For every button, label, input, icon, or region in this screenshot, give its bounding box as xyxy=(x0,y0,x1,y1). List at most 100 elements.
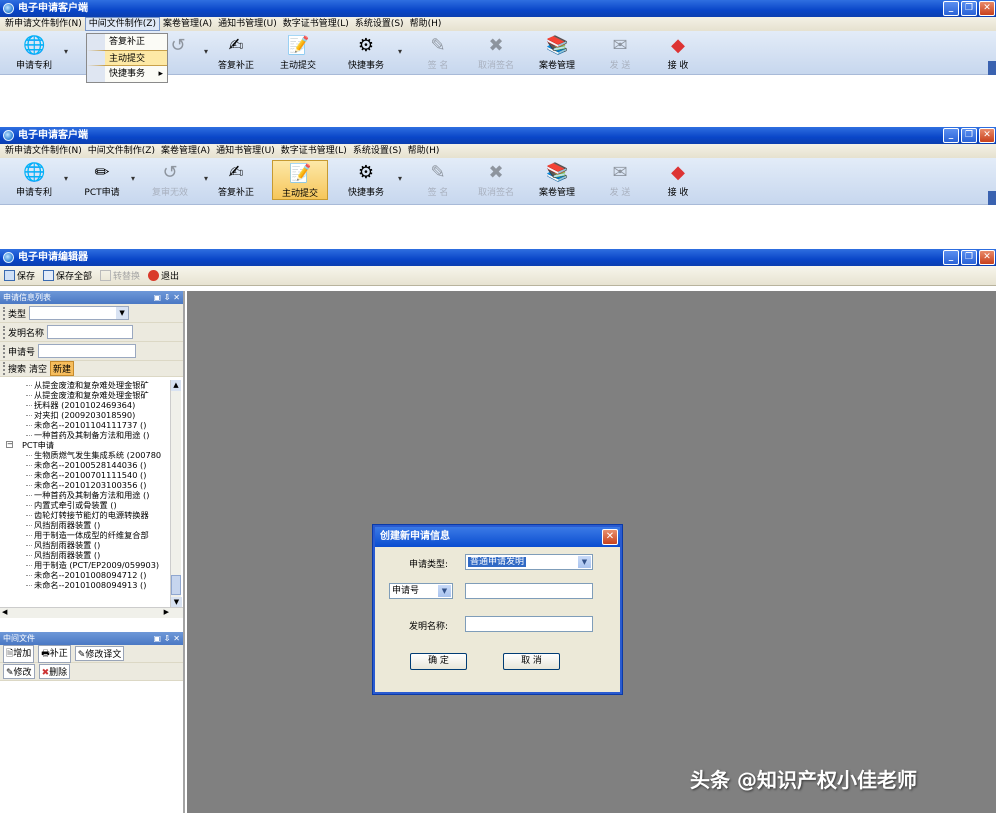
tb-sign-button[interactable]: ✎ 签 名 xyxy=(410,160,466,200)
dropdown-item-active-submit[interactable]: 主动提交 xyxy=(87,50,167,66)
tree-vertical-scrollbar[interactable]: ▲ ▼ xyxy=(170,380,182,608)
modify-button[interactable]: ✎修改 xyxy=(3,664,35,679)
menu-system-settings[interactable]: 系统设置(S) xyxy=(352,17,407,31)
clear-button[interactable]: 清空 xyxy=(29,362,47,375)
menu-notice-management[interactable]: 通知书管理(U) xyxy=(213,144,278,158)
tree-item[interactable]: 一种首药及其制备方法和用途 () xyxy=(0,490,183,500)
tb-active-submit-button[interactable]: 📝 主动提交 xyxy=(270,33,326,73)
tb-receive-button[interactable]: ◆ 接 收 xyxy=(650,160,706,200)
scroll-up-icon[interactable]: ▲ xyxy=(171,380,181,391)
tb-reply-correction-button[interactable]: ✍ 答复补正 xyxy=(208,33,264,73)
tb-receive-button[interactable]: ◆ 接 收 xyxy=(650,33,706,73)
application-type-select[interactable]: 普通申请发明 ▼ xyxy=(465,554,593,570)
tb-case-management-button[interactable]: 📚 案卷管理 xyxy=(529,160,585,200)
chevron-down-icon[interactable]: ▾ xyxy=(398,174,402,183)
scroll-left-icon[interactable]: ◀ xyxy=(2,608,7,616)
panel-controls-icon[interactable]: ▣ ⇩ ✕ xyxy=(153,632,180,645)
menu-case-management[interactable]: 案卷管理(A) xyxy=(158,144,213,158)
chevron-down-icon[interactable]: ▾ xyxy=(131,174,135,183)
tree-group-pct[interactable]: − PCT申请 xyxy=(0,440,183,450)
menu-system-settings[interactable]: 系统设置(S) xyxy=(350,144,405,158)
dropdown-item-reply-correction[interactable]: 答复补正 xyxy=(87,34,167,50)
cancel-button[interactable]: 取 消 xyxy=(503,653,560,670)
convert-button[interactable]: 转替换 xyxy=(100,269,140,282)
tree-item[interactable]: 从提金废渣和复杂难处理金银矿 xyxy=(0,390,183,400)
tree-item[interactable]: 未命名--20101008094913 () xyxy=(0,580,183,590)
restore-icon[interactable]: ❐ xyxy=(961,250,977,265)
restore-icon[interactable]: ❐ xyxy=(961,128,977,143)
restore-icon[interactable]: ❐ xyxy=(961,1,977,16)
tb-send-button[interactable]: ✉ 发 送 xyxy=(592,33,648,73)
tb-apply-patent-button[interactable]: 🌐 申请专利 xyxy=(6,160,62,200)
close-icon[interactable]: ✕ xyxy=(979,128,995,143)
menu-case-management[interactable]: 案卷管理(A) xyxy=(160,17,215,31)
tb-send-button[interactable]: ✉ 发 送 xyxy=(592,160,648,200)
tb-unsign-button[interactable]: ✖ 取消签名 xyxy=(468,33,524,73)
menu-new-application[interactable]: 新申请文件制作(N) xyxy=(2,144,85,158)
close-icon[interactable]: ✕ xyxy=(602,529,618,545)
search-button[interactable]: 搜索 xyxy=(3,362,26,375)
exit-button[interactable]: 退出 xyxy=(148,269,179,282)
tb-reply-correction-button[interactable]: ✍ 答复补正 xyxy=(208,160,264,200)
menu-help[interactable]: 帮助(H) xyxy=(405,144,443,158)
scroll-right-icon[interactable]: ▶ xyxy=(164,608,169,616)
tb-review-invalid-button[interactable]: ↺ 复审无效 xyxy=(142,160,198,200)
chevron-down-icon[interactable]: ▾ xyxy=(64,47,68,56)
tree-item[interactable]: 齿轮灯转接节能灯的电源转换器 xyxy=(0,510,183,520)
tree-item[interactable]: 用于制造 (PCT/EP2009/059903) xyxy=(0,560,183,570)
tb-active-submit-button[interactable]: 📝 主动提交 xyxy=(272,160,328,200)
application-number-input[interactable] xyxy=(38,344,137,358)
chevron-down-icon[interactable]: ▾ xyxy=(64,174,68,183)
tb-case-management-button[interactable]: 📚 案卷管理 xyxy=(529,33,585,73)
menu-intermediate-file[interactable]: 中间文件制作(Z) xyxy=(84,17,160,31)
panel-controls-icon[interactable]: ▣ ⇩ ✕ xyxy=(153,291,180,304)
save-all-button[interactable]: 保存全部 xyxy=(43,269,92,282)
toolbar-overflow-handle[interactable] xyxy=(988,191,996,205)
save-button[interactable]: 保存 xyxy=(4,269,35,282)
tree-item[interactable]: 抚料器 (2010102469364) xyxy=(0,400,183,410)
tb-apply-patent-button[interactable]: 🌐 申请专利 xyxy=(6,33,62,73)
tree-item[interactable]: 风挡刮雨器装置 () xyxy=(0,520,183,530)
dropdown-item-quick-tasks[interactable]: 快捷事务 ▸ xyxy=(87,66,167,82)
tree-item[interactable]: 风挡刮雨器装置 () xyxy=(0,540,183,550)
tree-item[interactable]: 生物质燃气发生集成系统 (200780 xyxy=(0,450,183,460)
application-number-field[interactable] xyxy=(465,583,593,599)
close-icon[interactable]: ✕ xyxy=(979,250,995,265)
tree-item[interactable]: 一种首药及其制备方法和用途 () xyxy=(0,430,183,440)
tree-item[interactable]: 未命名--20100701111540 () xyxy=(0,470,183,480)
ok-button[interactable]: 确 定 xyxy=(410,653,467,670)
tb-quick-tasks-button[interactable]: ⚙ 快捷事务 xyxy=(338,160,394,200)
tree-item[interactable]: 用于制造一体成型的纤维复合部 xyxy=(0,530,183,540)
tree-item[interactable]: 风挡刮雨器装置 () xyxy=(0,550,183,560)
menu-digital-certificate[interactable]: 数字证书管理(L) xyxy=(280,17,352,31)
tb-quick-tasks-button[interactable]: ⚙ 快捷事务 xyxy=(338,33,394,73)
collapse-icon[interactable]: − xyxy=(6,441,13,448)
menu-new-application[interactable]: 新申请文件制作(N) xyxy=(2,17,85,31)
invention-name-input[interactable] xyxy=(47,325,134,339)
menu-digital-certificate[interactable]: 数字证书管理(L) xyxy=(278,144,350,158)
new-button[interactable]: 新建 xyxy=(50,361,75,376)
supplement-button[interactable]: 🖶补正 xyxy=(38,644,71,663)
tb-pct-apply-button[interactable]: ✏ PCT申请 xyxy=(74,160,130,200)
number-type-select[interactable]: 申请号 ▼ xyxy=(389,583,453,599)
edit-translation-button[interactable]: ✎修改译文 xyxy=(74,646,125,661)
tree-item[interactable]: 未命名--20101008094712 () xyxy=(0,570,183,580)
add-button[interactable]: 🗎增加 xyxy=(3,644,35,663)
scroll-thumb[interactable] xyxy=(171,575,181,595)
menu-notice-management[interactable]: 通知书管理(U) xyxy=(215,17,280,31)
tree-item[interactable]: 内置式牵引或骨装置 () xyxy=(0,500,183,510)
chevron-down-icon[interactable]: ▾ xyxy=(398,47,402,56)
tree-item[interactable]: 未命名--20101104111737 () xyxy=(0,420,183,430)
tb-sign-button[interactable]: ✎ 签 名 xyxy=(410,33,466,73)
delete-button[interactable]: ✖删除 xyxy=(38,664,71,679)
minimize-icon[interactable]: _ xyxy=(943,250,959,265)
toolbar-overflow-handle[interactable] xyxy=(988,61,996,75)
minimize-icon[interactable]: _ xyxy=(943,1,959,16)
close-icon[interactable]: ✕ xyxy=(979,1,995,16)
menu-help[interactable]: 帮助(H) xyxy=(407,17,445,31)
invention-name-field[interactable] xyxy=(465,616,593,632)
type-select[interactable]: ▼ xyxy=(29,306,130,320)
tree-horizontal-scrollbar[interactable]: ◀ ▶ xyxy=(0,607,183,618)
menu-intermediate-file[interactable]: 中间文件制作(Z) xyxy=(85,144,158,158)
tree-item[interactable]: 未命名--20101203100356 () xyxy=(0,480,183,490)
